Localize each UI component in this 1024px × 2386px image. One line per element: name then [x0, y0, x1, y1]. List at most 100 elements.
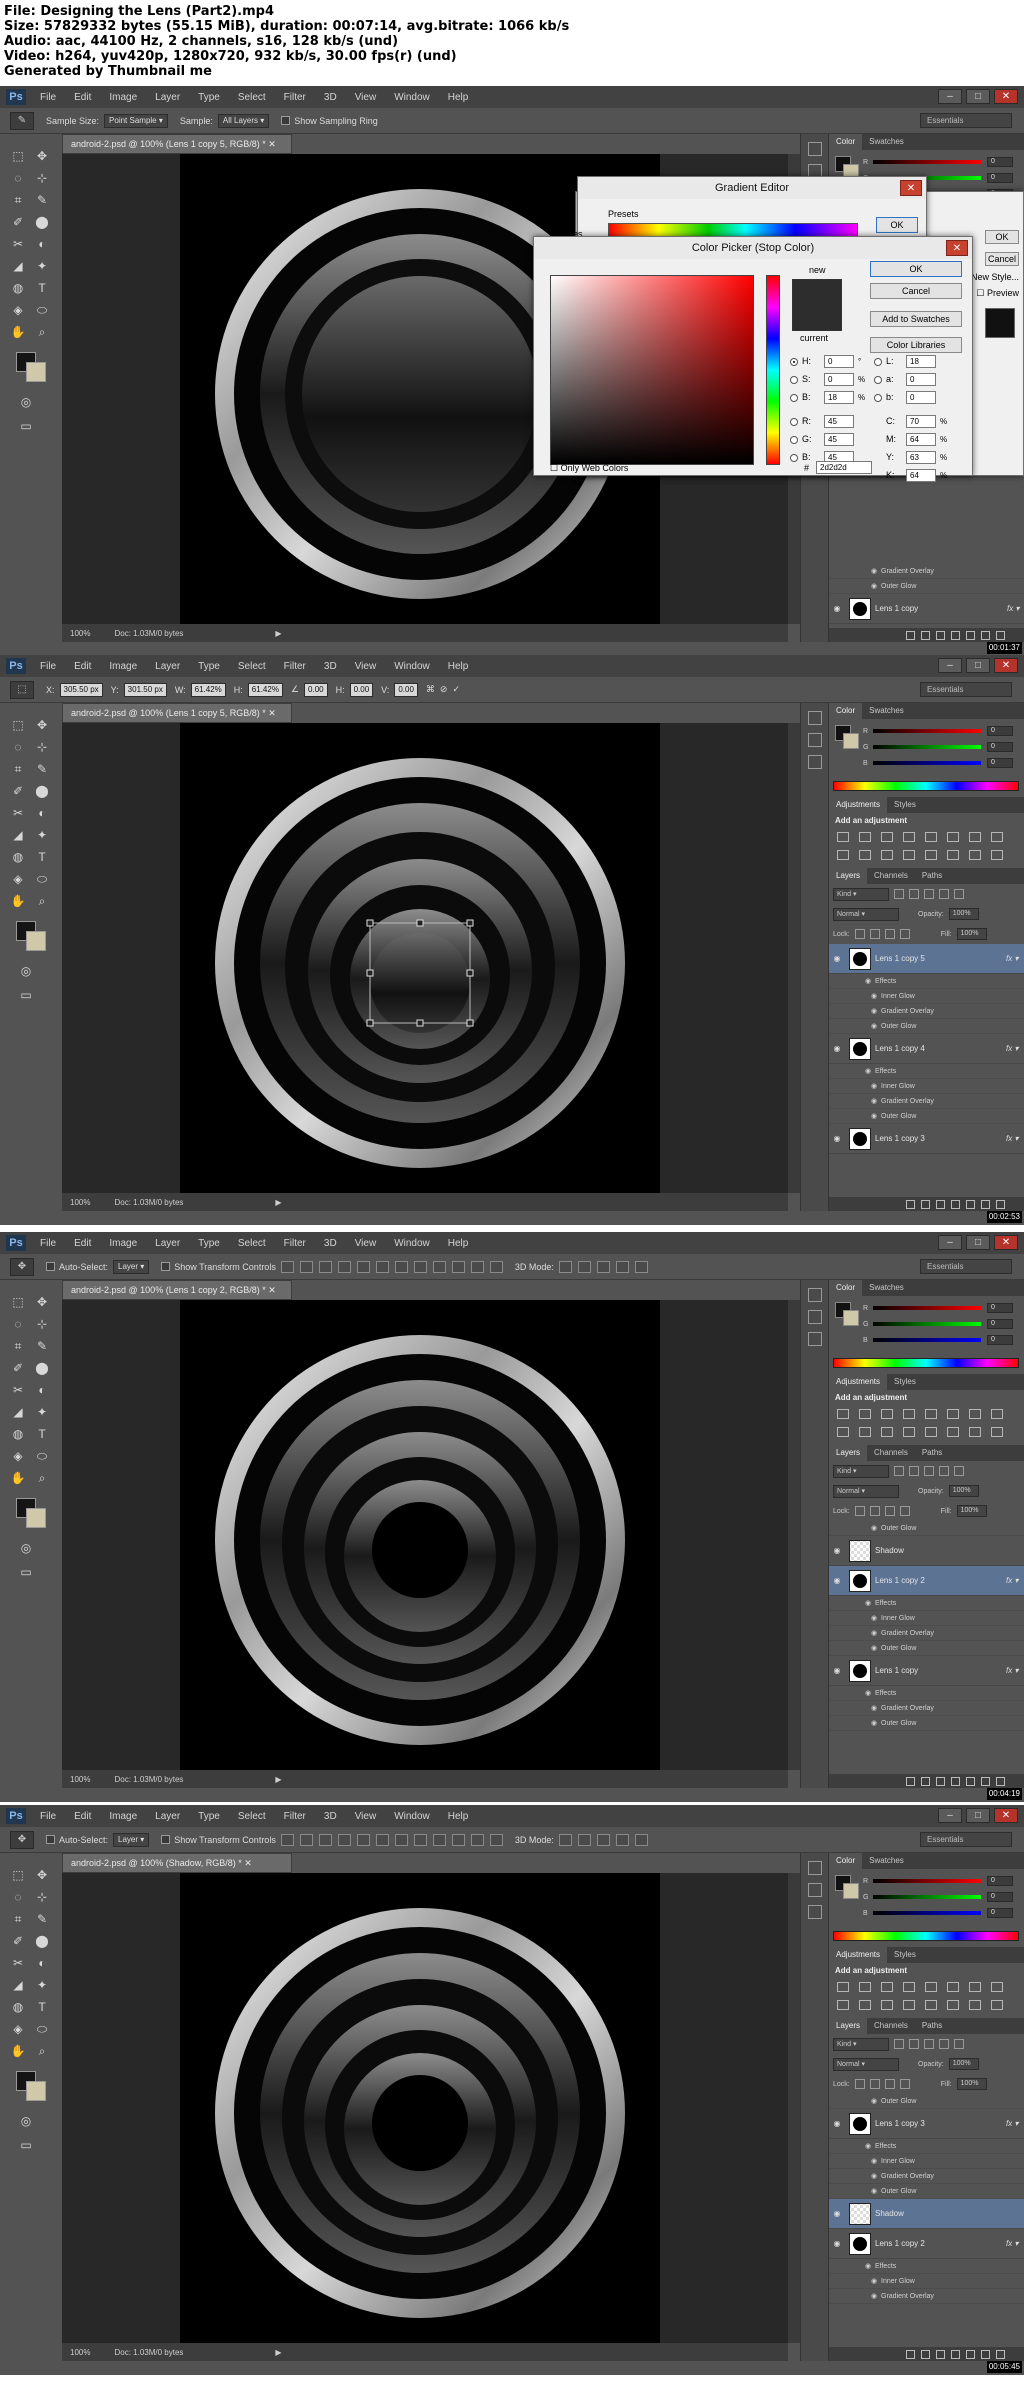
- zoom-icon[interactable]: ⌕: [32, 891, 52, 911]
- blue-slider[interactable]: B0: [863, 1907, 1021, 1919]
- adjustment-icon[interactable]: [991, 2000, 1003, 2010]
- lab-input[interactable]: 0: [906, 373, 936, 386]
- adjustment-icon[interactable]: [837, 2000, 849, 2010]
- mask-icon[interactable]: [936, 1199, 945, 1209]
- 3d-mode-icon[interactable]: [596, 1260, 610, 1273]
- field-radio[interactable]: [790, 418, 798, 426]
- color-picker-cancel-button[interactable]: Cancel: [870, 283, 962, 299]
- filter-adjustment-icon[interactable]: [909, 2039, 919, 2049]
- status-menu-arrow-icon[interactable]: ▶: [275, 1198, 281, 1207]
- eraser-icon[interactable]: ◐: [32, 803, 52, 823]
- trash-icon[interactable]: [996, 630, 1005, 640]
- document-tab[interactable]: android-2.psd @ 100% (Lens 1 copy 2, RGB…: [62, 1280, 292, 1300]
- tab-color[interactable]: Color: [829, 703, 863, 719]
- visibility-eye-icon[interactable]: ◉: [829, 1134, 845, 1143]
- history-icon[interactable]: [808, 711, 822, 725]
- lasso-icon[interactable]: ◌: [8, 1314, 28, 1334]
- effect-row[interactable]: ◉ Gradient Overlay: [829, 1701, 1024, 1716]
- new-adjustment-icon[interactable]: [951, 630, 960, 640]
- tab-channels[interactable]: Channels: [867, 2018, 915, 2034]
- adjustment-icon[interactable]: [881, 1982, 893, 1992]
- trash-icon[interactable]: [996, 1199, 1005, 1209]
- filter-pixel-icon[interactable]: [894, 889, 904, 899]
- menu-help[interactable]: Help: [448, 661, 469, 672]
- auto-select-target[interactable]: Layer ▾: [113, 1259, 150, 1274]
- adjustment-icon[interactable]: [947, 2000, 959, 2010]
- field-input[interactable]: 45: [824, 433, 854, 446]
- canvas-area[interactable]: [62, 1873, 788, 2343]
- field-input[interactable]: 0: [824, 355, 854, 368]
- layer-row[interactable]: ◉ Lens 1 copy 3 fx ▾: [829, 1124, 1024, 1154]
- layer-row[interactable]: ◉ Lens 1 copy fx ▾: [829, 594, 1024, 624]
- type-icon[interactable]: T: [32, 1424, 52, 1444]
- cmyk-input[interactable]: 64: [906, 433, 936, 446]
- close-icon[interactable]: ✕: [994, 658, 1018, 673]
- sample-size-select[interactable]: Point Sample ▾: [104, 113, 168, 128]
- menu-help[interactable]: Help: [448, 92, 469, 103]
- new-adjustment-icon[interactable]: [951, 1199, 960, 1209]
- zoom-icon[interactable]: ⌕: [32, 2041, 52, 2061]
- layer-style-cancel-button[interactable]: Cancel: [985, 252, 1019, 266]
- effect-eye-icon[interactable]: ◉: [871, 1524, 881, 1532]
- menu-file[interactable]: File: [40, 92, 56, 103]
- adjustment-icon[interactable]: [837, 832, 849, 842]
- layer-name[interactable]: Shadow: [875, 2209, 1024, 2218]
- brush-icon[interactable]: ✐: [8, 212, 28, 232]
- visibility-eye-icon[interactable]: ◉: [829, 1576, 845, 1585]
- layer-row[interactable]: ◉ Shadow: [829, 1536, 1024, 1566]
- menu-filter[interactable]: Filter: [284, 661, 306, 672]
- menu-edit[interactable]: Edit: [74, 661, 91, 672]
- layer-fx-icon[interactable]: fx ▾: [1006, 1576, 1024, 1585]
- layer-fx-icon[interactable]: fx ▾: [1006, 2119, 1024, 2128]
- menu-image[interactable]: Image: [109, 1238, 137, 1249]
- 3d-mode-icon[interactable]: [634, 1833, 648, 1846]
- visibility-eye-icon[interactable]: ◉: [829, 954, 845, 963]
- adjustment-icon[interactable]: [881, 1409, 893, 1419]
- effect-eye-icon[interactable]: ◉: [871, 1629, 881, 1637]
- effect-eye-icon[interactable]: ◉: [871, 567, 881, 575]
- transform-controls-checkbox[interactable]: [161, 1835, 171, 1844]
- screen-mode-icon[interactable]: ▭: [16, 1562, 36, 1582]
- gradient-icon[interactable]: ◢: [8, 256, 28, 276]
- new-group-icon[interactable]: [966, 2349, 975, 2359]
- color-spectrum[interactable]: [833, 1358, 1019, 1368]
- effect-row[interactable]: ◉ Outer Glow: [829, 1109, 1024, 1124]
- effect-row[interactable]: ◉ Effects: [829, 1064, 1024, 1079]
- gradient-icon[interactable]: ◢: [8, 825, 28, 845]
- mask-icon[interactable]: [936, 630, 945, 640]
- green-slider[interactable]: G0: [863, 741, 1021, 753]
- menu-image[interactable]: Image: [109, 92, 137, 103]
- history-icon[interactable]: [808, 142, 822, 156]
- menu-file[interactable]: File: [40, 1238, 56, 1249]
- adjustment-icon[interactable]: [837, 1982, 849, 1992]
- tab-styles[interactable]: Styles: [887, 1947, 923, 1963]
- zoom-icon[interactable]: ⌕: [32, 322, 52, 342]
- effect-row[interactable]: ◉ Inner Glow: [829, 2274, 1024, 2289]
- type-icon[interactable]: T: [32, 1997, 52, 2017]
- type-icon[interactable]: T: [32, 278, 52, 298]
- menu-image[interactable]: Image: [109, 1811, 137, 1822]
- opacity-input[interactable]: 100%: [948, 908, 979, 920]
- effect-row[interactable]: ◉ Effects: [829, 2139, 1024, 2154]
- new-adjustment-icon[interactable]: [951, 1776, 960, 1786]
- history-icon[interactable]: [808, 1861, 822, 1875]
- lock-transparent-icon[interactable]: [854, 1506, 865, 1516]
- align-icon[interactable]: [280, 1260, 294, 1273]
- adjustment-icon[interactable]: [925, 1427, 937, 1437]
- align-icon[interactable]: [394, 1260, 408, 1273]
- color-picker-ok-button[interactable]: OK: [870, 261, 962, 277]
- field-radio[interactable]: [790, 454, 798, 462]
- menu-type[interactable]: Type: [198, 1811, 220, 1822]
- effect-row[interactable]: ◉ Effects: [829, 1686, 1024, 1701]
- adjustment-icon[interactable]: [881, 850, 893, 860]
- align-icon[interactable]: [394, 1833, 408, 1846]
- stamp-icon[interactable]: ⬤: [32, 1931, 52, 1951]
- field-input[interactable]: 0: [824, 373, 854, 386]
- layer-name[interactable]: Lens 1 copy 2: [875, 2239, 1006, 2248]
- brush-icon[interactable]: ✐: [8, 1931, 28, 1951]
- blur-icon[interactable]: ✦: [32, 1975, 52, 1995]
- pen-icon[interactable]: ◈: [8, 1446, 28, 1466]
- menu-edit[interactable]: Edit: [74, 1238, 91, 1249]
- tab-color[interactable]: Color: [829, 1280, 863, 1296]
- stamp-icon[interactable]: ⬤: [32, 1358, 52, 1378]
